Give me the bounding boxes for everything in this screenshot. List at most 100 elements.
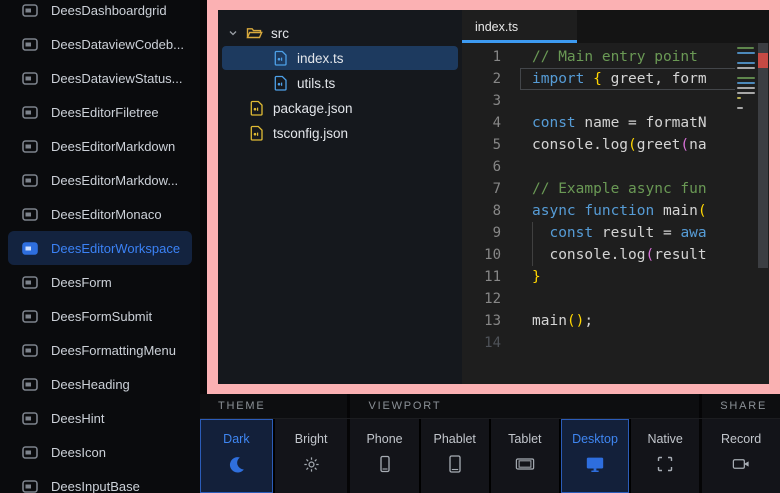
token-keyword: const [532, 115, 576, 131]
bright-button[interactable]: Bright [275, 419, 348, 493]
story-icon [22, 378, 38, 391]
app-window: DeesDashboardgridDeesDataviewCodeb...Dee… [0, 0, 780, 493]
editor-tab-label: index.ts [475, 20, 518, 34]
story-icon [22, 480, 38, 493]
button-label: Native [647, 432, 682, 446]
code-line-1[interactable]: 1// Main entry point [462, 46, 769, 68]
sidebar-item-deeseditorfiletree[interactable]: DeesEditorFiletree [8, 95, 192, 129]
desktop-button[interactable]: Desktop [561, 419, 629, 493]
sidebar-item-deeseditormarkdown[interactable]: DeesEditorMarkdown [8, 129, 192, 163]
code-line-11[interactable]: 11} [462, 266, 769, 288]
sidebar-item-label: DeesFormattingMenu [51, 343, 176, 358]
editor-right-strip [735, 43, 769, 384]
code-line-7[interactable]: 7// Example async fun [462, 178, 769, 200]
code-line-6[interactable]: 6 [462, 156, 769, 178]
code-text: } [520, 266, 769, 288]
tree-item-package-json[interactable]: package.json [222, 96, 458, 120]
tree-item-label: index.ts [297, 51, 344, 66]
sidebar-item-deesinputbase[interactable]: DeesInputBase [8, 469, 192, 493]
code-line-8[interactable]: 8async function main( [462, 200, 769, 222]
phablet-icon [445, 454, 465, 474]
code-line-3[interactable]: 3 [462, 90, 769, 112]
tree-item-src[interactable]: src [222, 21, 458, 45]
sidebar-item-deeshint[interactable]: DeesHint [8, 401, 192, 435]
minimap-line [737, 72, 755, 74]
overview-ruler-error-marker [758, 53, 768, 68]
sidebar-item-deesdashboardgrid[interactable]: DeesDashboardgrid [8, 0, 192, 27]
sidebar-item-deesformsubmit[interactable]: DeesFormSubmit [8, 299, 192, 333]
sidebar-item-deeseditormarkdow[interactable]: DeesEditorMarkdow... [8, 163, 192, 197]
sidebar-item-deeseditorworkspace[interactable]: DeesEditorWorkspace [8, 231, 192, 265]
toolbar-section-title: VIEWPORT [350, 400, 441, 412]
tree-item-label: package.json [273, 101, 353, 116]
record-button[interactable]: Record [702, 419, 780, 493]
sidebar-item-deesicon[interactable]: DeesIcon [8, 435, 192, 469]
minimap-line [737, 77, 755, 79]
code-line-10[interactable]: 10 console.log(result [462, 244, 769, 266]
token-plain: result [654, 247, 706, 263]
sidebar-item-deesdataviewstatus[interactable]: DeesDataviewStatus... [8, 61, 192, 95]
tablet-icon [515, 454, 535, 474]
button-label: Bright [295, 432, 328, 446]
story-icon [22, 72, 38, 85]
toolbar-section-headers: THEMEVIEWPORTSHARE [200, 394, 780, 418]
token-b2: ( [680, 137, 689, 153]
sidebar-item-deesform[interactable]: DeesForm [8, 265, 192, 299]
minimap[interactable] [735, 47, 757, 117]
sidebar-item-deesheading[interactable]: DeesHeading [8, 367, 192, 401]
editor-tab-index-ts[interactable]: index.ts [462, 10, 577, 43]
tree-item-tsconfig-json[interactable]: tsconfig.json [222, 121, 458, 145]
code-text: import { greet, form [520, 68, 769, 90]
line-number: 2 [462, 68, 520, 90]
sidebar-item-label: DeesEditorFiletree [51, 105, 159, 120]
minimap-line [737, 92, 755, 94]
native-button[interactable]: Native [631, 419, 699, 493]
sidebar-item-label: DeesEditorWorkspace [51, 241, 180, 256]
code-line-4[interactable]: 4const name = formatN [462, 112, 769, 134]
button-label: Record [721, 432, 761, 446]
sidebar-item-label: DeesEditorMarkdow... [51, 173, 178, 188]
scrollbar-thumb[interactable] [758, 43, 768, 268]
code-text: console.log(result [520, 244, 769, 266]
tree-item-utils-ts[interactable]: utils.ts [222, 71, 458, 95]
code-line-2[interactable]: 2import { greet, form [462, 68, 769, 90]
code-line-13[interactable]: 13main(); [462, 310, 769, 332]
code-lines: 1// Main entry point2import { greet, for… [462, 46, 769, 354]
sidebar-item-deeseditormonaco[interactable]: DeesEditorMonaco [8, 197, 192, 231]
token-b1: () [567, 313, 584, 329]
minimap-line [737, 47, 754, 49]
button-label: Tablet [508, 432, 541, 446]
editor-tabbar: index.ts [462, 10, 769, 43]
code-line-12[interactable]: 12 [462, 288, 769, 310]
code-text: const name = formatN [520, 112, 769, 134]
tablet-button[interactable]: Tablet [491, 419, 559, 493]
sidebar-item-deesdataviewcodeb[interactable]: DeesDataviewCodeb... [8, 27, 192, 61]
phablet-button[interactable]: Phablet [421, 419, 489, 493]
json-file-icon [248, 100, 265, 116]
tree-item-label: src [271, 26, 289, 41]
story-icon [22, 4, 38, 17]
story-icon [22, 446, 38, 459]
sidebar-item-deesformattingmenu[interactable]: DeesFormattingMenu [8, 333, 192, 367]
code-line-14[interactable]: 14 [462, 332, 769, 354]
token-b2: ( [646, 247, 655, 263]
component-sidebar: DeesDashboardgridDeesDataviewCodeb...Dee… [0, 0, 200, 493]
editor-body[interactable]: 1// Main entry point2import { greet, for… [462, 43, 769, 384]
tree-item-index-ts[interactable]: index.ts [222, 46, 458, 70]
minimap-line [737, 57, 755, 59]
phone-icon [375, 454, 395, 474]
minimap-line [737, 107, 743, 109]
phone-button[interactable]: Phone [350, 419, 418, 493]
chevron-down-icon[interactable] [228, 28, 238, 38]
code-text [520, 332, 769, 354]
code-line-9[interactable]: 9 const result = awa [462, 222, 769, 244]
button-label: Phone [366, 432, 402, 446]
line-number: 7 [462, 178, 520, 200]
sidebar-item-label: DeesInputBase [51, 479, 140, 493]
editor-scrollbar[interactable] [757, 43, 769, 384]
story-icon [22, 310, 38, 323]
dark-button[interactable]: Dark [200, 419, 273, 493]
code-editor-panel: index.ts 1// Main entry point2import { g… [462, 10, 769, 384]
code-line-5[interactable]: 5console.log(greet(na [462, 134, 769, 156]
minimap-line [737, 82, 755, 84]
